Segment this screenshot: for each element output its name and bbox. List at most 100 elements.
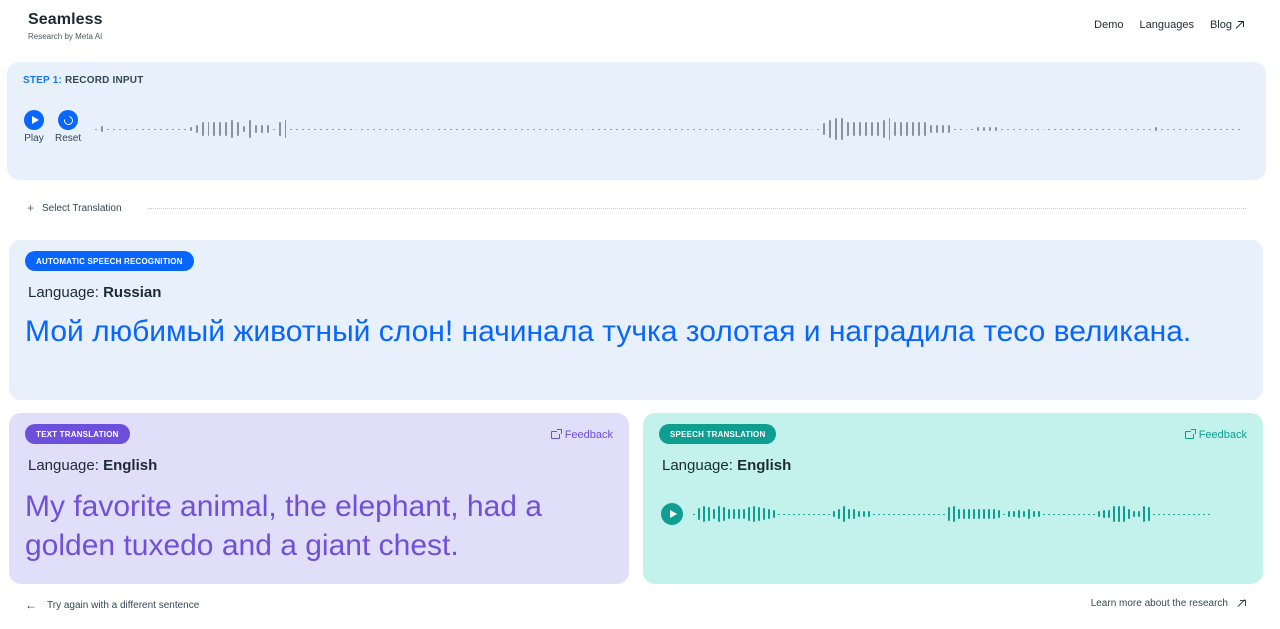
waveform-bar — [848, 509, 850, 519]
waveform-bar — [556, 128, 559, 130]
waveform-bar — [1214, 128, 1217, 130]
input-waveform[interactable] — [95, 118, 1245, 140]
waveform-bar — [1038, 511, 1040, 517]
try-again-link[interactable]: ← Try again with a different sentence — [25, 598, 199, 612]
waveform-bar — [858, 511, 860, 517]
text-language-label: Language: — [28, 457, 99, 474]
waveform-bar — [1232, 128, 1234, 130]
waveform-bar — [898, 513, 900, 515]
waveform-bar — [948, 507, 950, 521]
waveform-bar — [201, 122, 204, 136]
brand[interactable]: Seamless Research by Meta AI — [28, 11, 103, 41]
play-button[interactable]: Play — [24, 110, 44, 144]
waveform-bar — [1153, 513, 1155, 515]
external-feedback-icon — [1184, 429, 1196, 439]
waveform-bar — [763, 508, 765, 520]
waveform-bar — [1093, 513, 1095, 515]
waveform-bar — [998, 510, 1000, 518]
waveform-bar — [645, 128, 648, 130]
waveform-bar — [738, 509, 740, 519]
waveform-bar — [171, 128, 174, 130]
waveform-bar — [882, 120, 885, 138]
waveform-bar — [983, 509, 985, 519]
waveform-bar — [993, 509, 995, 519]
waveform-bar — [1089, 128, 1092, 130]
waveform-bar — [903, 513, 905, 515]
waveform-bar — [838, 509, 840, 519]
waveform-bar — [752, 128, 755, 130]
waveform-bar — [444, 128, 447, 130]
text-translation-output: My favorite animal, the elephant, had a … — [25, 490, 542, 562]
waveform-bar — [918, 513, 920, 515]
text-translation-feedback[interactable]: Feedback — [550, 429, 613, 441]
waveform-bar — [468, 128, 470, 130]
waveform-bar — [373, 128, 376, 130]
waveform-bar — [586, 128, 589, 130]
waveform-bar — [1066, 128, 1069, 130]
waveform-bar — [290, 128, 293, 130]
waveform-bar — [787, 128, 790, 130]
waveform-bar — [1043, 513, 1045, 515]
speech-language-value: English — [737, 457, 792, 474]
waveform-bar — [450, 128, 453, 130]
waveform-bar — [823, 123, 826, 135]
waveform-bar — [1123, 506, 1125, 522]
waveform-bar — [497, 128, 500, 130]
waveform-bar — [805, 128, 808, 130]
asr-language-value: Russian — [103, 284, 162, 301]
select-translation[interactable]: + Select Translation — [27, 201, 122, 215]
speech-translation-feedback[interactable]: Feedback — [1184, 429, 1247, 441]
waveform-bar — [651, 128, 654, 130]
waveform-bar — [521, 128, 524, 130]
waveform-bar — [681, 128, 684, 130]
waveform-bar — [248, 120, 251, 138]
waveform-bar — [828, 513, 830, 515]
waveform-bar — [778, 513, 780, 515]
waveform-bar — [177, 128, 180, 130]
waveform-bar — [843, 506, 845, 522]
waveform-bar — [835, 118, 838, 140]
waveform-bar — [1133, 511, 1135, 517]
waveform-bar — [408, 128, 411, 130]
arrow-left-icon: ← — [25, 598, 37, 612]
learn-more-link[interactable]: Learn more about the research — [1091, 598, 1246, 609]
nav-languages[interactable]: Languages — [1140, 19, 1194, 31]
waveform-bar — [598, 128, 601, 130]
brand-title: Seamless — [28, 11, 103, 28]
waveform-bar — [1155, 127, 1157, 131]
waveform-bar — [610, 128, 613, 130]
try-again-label: Try again with a different sentence — [47, 599, 200, 611]
nav-blog[interactable]: Blog — [1210, 19, 1244, 31]
output-waveform[interactable] — [693, 504, 1248, 524]
waveform-bar — [1101, 128, 1104, 130]
waveform-bar — [154, 128, 157, 130]
waveform-bar — [1108, 510, 1110, 518]
waveform-bar — [1023, 511, 1025, 517]
waveform-bar — [963, 509, 965, 519]
waveform-bar — [1118, 506, 1120, 522]
waveform-bar — [1098, 511, 1100, 517]
waveform-bar — [1128, 509, 1130, 519]
waveform-bar — [971, 128, 974, 130]
waveform-bar — [693, 513, 695, 515]
waveform-bar — [308, 128, 311, 130]
waveform-bar — [748, 507, 750, 521]
waveform-bar — [1143, 506, 1145, 522]
waveform-bar — [776, 128, 778, 130]
waveform-bar — [1160, 128, 1163, 130]
speech-play-button[interactable] — [661, 503, 683, 525]
waveform-bar — [106, 128, 109, 130]
reset-button[interactable]: Reset — [55, 110, 81, 144]
waveform-bar — [793, 128, 796, 130]
waveform-bar — [515, 128, 518, 130]
waveform-bar — [432, 128, 435, 130]
waveform-bar — [420, 128, 423, 130]
waveform-bar — [1036, 128, 1039, 130]
waveform-bar — [118, 128, 121, 130]
waveform-bar — [722, 128, 725, 130]
waveform-bar — [320, 128, 322, 130]
waveform-bar — [716, 128, 719, 130]
asr-language-label: Language: — [28, 284, 99, 301]
waveform-bar — [918, 122, 921, 136]
nav-demo[interactable]: Demo — [1094, 19, 1123, 31]
